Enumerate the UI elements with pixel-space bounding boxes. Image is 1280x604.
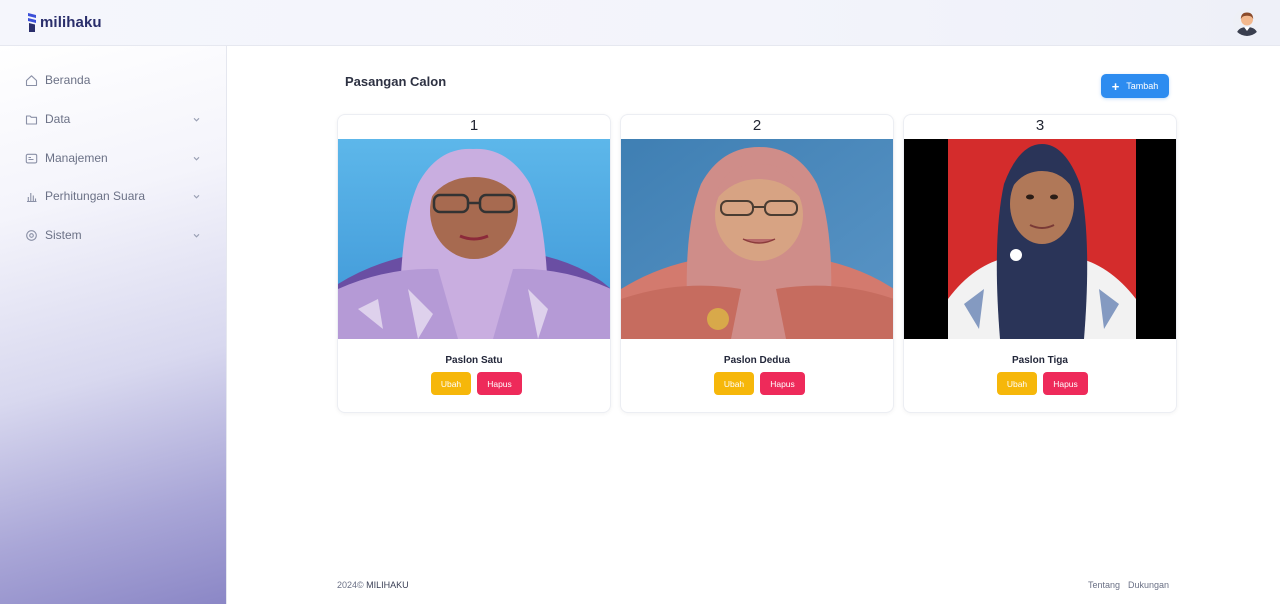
- candidate-number: 2: [752, 117, 762, 134]
- sidebar-item-beranda[interactable]: Beranda: [25, 70, 205, 90]
- footer-link-dukungan[interactable]: Dukungan: [1128, 580, 1169, 590]
- chevron-down-icon[interactable]: [192, 115, 201, 124]
- sidebar-item-sistem[interactable]: Sistem: [25, 225, 205, 245]
- sidebar-item-data[interactable]: Data: [25, 109, 205, 129]
- id-card-icon: [25, 152, 38, 165]
- footer-app-name: MILIHAKU: [366, 580, 409, 590]
- top-bar: milihaku: [0, 0, 1280, 46]
- brand-logo[interactable]: milihaku: [27, 12, 102, 33]
- chevron-down-icon[interactable]: [192, 192, 201, 201]
- chevron-down-icon[interactable]: [192, 231, 201, 240]
- user-avatar[interactable]: [1233, 8, 1261, 36]
- chevron-down-icon[interactable]: [192, 154, 201, 163]
- bar-chart-icon: [25, 190, 38, 203]
- sidebar: Beranda Data Manajemen Perhitungan Suara: [0, 46, 227, 604]
- candidate-photo: [621, 139, 893, 339]
- add-candidate-button[interactable]: + Tambah: [1101, 74, 1169, 98]
- candidate-name: Paslon Dedua: [723, 355, 791, 366]
- edit-button[interactable]: Ubah: [431, 372, 471, 395]
- folder-icon: [25, 113, 38, 126]
- candidate-photo: [338, 139, 610, 339]
- candidate-number: 3: [1035, 117, 1045, 134]
- edit-button[interactable]: Ubah: [714, 372, 754, 395]
- footer-copyright: 2024© MILIHAKU: [337, 580, 409, 590]
- candidate-card: 2 Paslon Dedua Ubah Hapus: [620, 114, 894, 413]
- delete-button[interactable]: Hapus: [477, 372, 522, 395]
- logo-icon: [28, 13, 36, 32]
- sidebar-item-label: Beranda: [45, 73, 91, 87]
- page-title: Pasangan Calon: [345, 74, 447, 89]
- candidate-card: 1 Paslon Satu Ubah Hapus: [337, 114, 611, 413]
- sidebar-item-label: Manajemen: [45, 151, 108, 165]
- delete-button[interactable]: Hapus: [760, 372, 805, 395]
- sidebar-item-label: Sistem: [45, 228, 82, 242]
- footer-link-tentang[interactable]: Tentang: [1088, 580, 1120, 590]
- sidebar-item-label: Perhitungan Suara: [45, 189, 146, 203]
- gear-icon: [25, 229, 38, 242]
- footer-links: Tentang Dukungan: [1088, 580, 1169, 590]
- candidate-number: 1: [469, 117, 479, 134]
- candidate-card: 3 Paslon Tiga Ubah Hapus: [903, 114, 1177, 413]
- edit-button[interactable]: Ubah: [997, 372, 1037, 395]
- brand-name: milihaku: [40, 14, 102, 31]
- plus-icon: +: [1111, 78, 1120, 94]
- sidebar-item-label: Data: [45, 112, 71, 126]
- candidate-name: Paslon Tiga: [1012, 355, 1068, 366]
- sidebar-item-perhitungan-suara[interactable]: Perhitungan Suara: [25, 186, 205, 206]
- footer-year: 2024©: [337, 580, 364, 590]
- candidate-photo: [904, 139, 1176, 339]
- home-icon: [25, 74, 38, 87]
- sidebar-item-manajemen[interactable]: Manajemen: [25, 148, 205, 168]
- user-avatar-icon: [1233, 8, 1261, 36]
- candidate-name: Paslon Satu: [445, 355, 503, 366]
- delete-button[interactable]: Hapus: [1043, 372, 1088, 395]
- add-button-label: Tambah: [1126, 81, 1159, 91]
